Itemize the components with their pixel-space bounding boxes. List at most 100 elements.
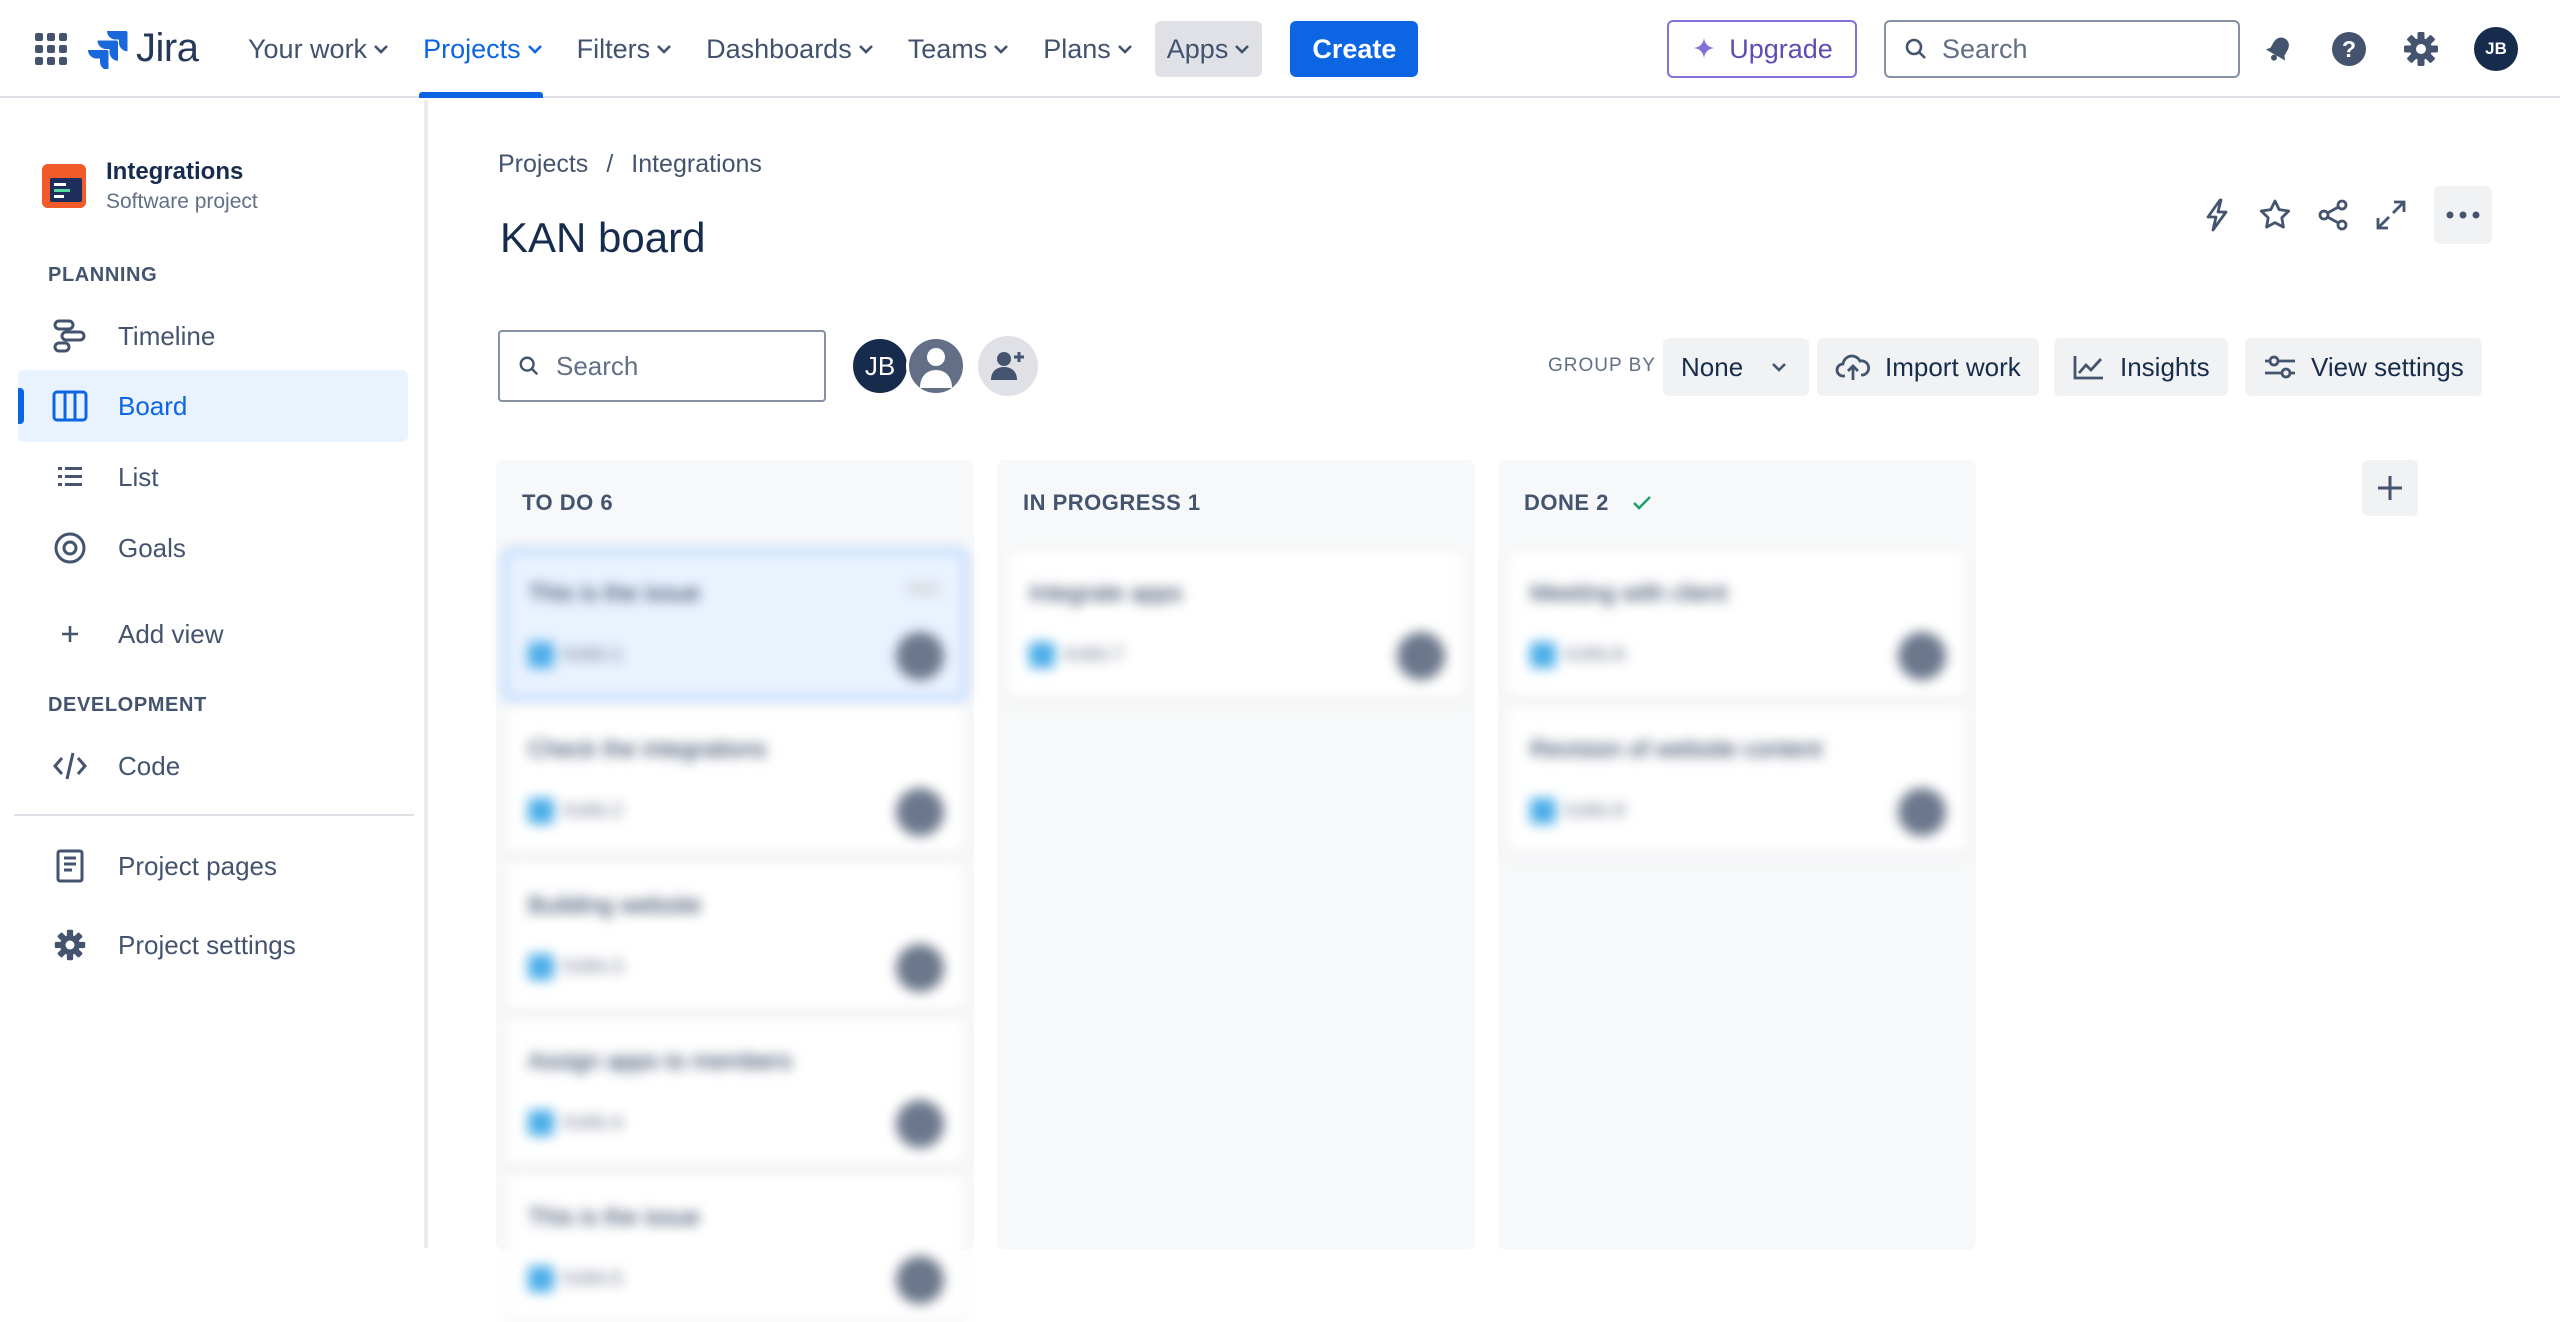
view-settings-button[interactable]: View settings: [2245, 338, 2482, 396]
column-header[interactable]: DONE 2: [1524, 490, 1653, 516]
sidebar-item-list[interactable]: List: [18, 441, 408, 513]
settings-gear-icon[interactable]: [2398, 26, 2444, 72]
chevron-down-icon: [858, 45, 873, 54]
sidebar-item-board[interactable]: Board: [18, 370, 408, 442]
issue-key: KAN-3: [528, 954, 623, 980]
global-search-input[interactable]: Search: [1884, 20, 2240, 78]
assignee-avatar[interactable]: [896, 944, 944, 992]
star-icon[interactable]: [2252, 187, 2298, 243]
issue-key-text: KAN-5: [564, 1267, 623, 1290]
issue-title: Integrate apps: [1029, 580, 1183, 607]
jira-logo-text: Jira: [136, 26, 199, 70]
insights-button[interactable]: Insights: [2054, 338, 2228, 396]
add-people-button[interactable]: [978, 336, 1038, 396]
expand-fullscreen-icon[interactable]: [2368, 187, 2414, 243]
issue-title: Check the integrations: [528, 736, 767, 763]
sidebar-divider: [14, 814, 414, 816]
add-view-label: Add view: [118, 618, 224, 649]
assignee-avatar[interactable]: [1898, 632, 1946, 680]
sidebar-item-timeline[interactable]: Timeline: [18, 300, 408, 372]
assignee-avatar[interactable]: [1397, 632, 1445, 680]
nav-teams-label: Teams: [907, 33, 988, 64]
issue-card[interactable]: This is the issue KAN-5: [506, 1176, 964, 1322]
add-view-button[interactable]: Add view: [18, 598, 408, 670]
code-icon: [50, 746, 90, 786]
development-heading: DEVELOPMENT: [48, 694, 207, 716]
add-column-button[interactable]: [2362, 460, 2418, 516]
breadcrumb-integrations[interactable]: Integrations: [631, 150, 762, 179]
nav-apps[interactable]: Apps: [1154, 21, 1263, 77]
issue-card[interactable]: Meeting with client KAN-8: [1508, 552, 1966, 698]
issue-title: Assign apps to members: [528, 1048, 793, 1075]
column-header[interactable]: TO DO 6: [522, 490, 613, 516]
issue-key-text: KAN-3: [564, 955, 623, 978]
notifications-bell-icon[interactable]: [2256, 26, 2302, 72]
issue-card[interactable]: Building website KAN-3: [506, 864, 964, 1010]
column-header[interactable]: IN PROGRESS 1: [1023, 490, 1201, 516]
issue-title: This is the issue: [528, 1204, 701, 1231]
issue-card[interactable]: Integrate apps KAN-7: [1007, 552, 1465, 698]
breadcrumb-projects[interactable]: Projects: [498, 150, 588, 179]
plus-icon: [50, 614, 90, 654]
jira-logo[interactable]: Jira: [88, 26, 199, 71]
issue-card[interactable]: Revision of website content KAN-9: [1508, 708, 1966, 854]
chevron-down-icon: [1117, 45, 1132, 54]
nav-plans[interactable]: Plans: [1031, 21, 1145, 77]
assignee-avatar[interactable]: [896, 788, 944, 836]
user-avatar[interactable]: JB: [2474, 27, 2518, 71]
issue-title: Building website: [528, 892, 702, 919]
issue-key-text: KAN-7: [1065, 643, 1124, 666]
task-type-icon: [528, 798, 554, 824]
sidebar-item-label: Code: [118, 750, 181, 781]
sidebar-item-project-pages[interactable]: Project pages: [18, 830, 408, 902]
project-header[interactable]: Integrations Software project: [42, 158, 258, 214]
task-type-icon: [1029, 642, 1055, 668]
nav-dashboards[interactable]: Dashboards: [694, 21, 886, 77]
nav-your-work-label: Your work: [248, 33, 368, 64]
nav-filters[interactable]: Filters: [565, 21, 685, 77]
nav-teams[interactable]: Teams: [896, 21, 1022, 77]
group-by-value: None: [1681, 351, 1744, 382]
sidebar-item-goals[interactable]: Goals: [18, 512, 408, 584]
issue-title: This is the issue: [528, 580, 701, 607]
share-icon[interactable]: [2310, 187, 2356, 243]
cloud-upload-icon: [1835, 354, 1871, 380]
chevron-down-icon: [994, 45, 1009, 54]
column-title: IN PROGRESS 1: [1023, 490, 1201, 515]
group-by-select[interactable]: None: [1663, 338, 1809, 396]
chevron-down-icon: [374, 45, 388, 54]
assignee-avatar-unassigned[interactable]: [906, 336, 966, 396]
task-type-icon: [1530, 642, 1556, 668]
task-type-icon: [528, 954, 554, 980]
issue-card[interactable]: Check the integrations KAN-2: [506, 708, 964, 854]
sidebar-item-label: Board: [118, 390, 188, 421]
assignee-avatar[interactable]: [896, 1256, 944, 1304]
assignee-avatar[interactable]: [1898, 788, 1946, 836]
more-actions-icon[interactable]: [2434, 186, 2492, 244]
assignee-avatar[interactable]: [896, 632, 944, 680]
assignee-avatar-jb[interactable]: JB: [850, 336, 910, 396]
board-search-placeholder: Search: [556, 350, 639, 381]
issue-card[interactable]: Assign apps to members KAN-4: [506, 1020, 964, 1166]
import-work-button[interactable]: Import work: [1817, 338, 2039, 396]
upgrade-button[interactable]: Upgrade: [1667, 20, 1857, 78]
app-switcher-icon[interactable]: [34, 32, 68, 66]
chevron-down-icon: [1235, 45, 1250, 54]
task-type-icon: [528, 1266, 554, 1292]
insights-chart-icon: [2073, 356, 2103, 380]
sidebar-item-code[interactable]: Code: [18, 730, 408, 802]
sidebar-item-project-settings[interactable]: Project settings: [18, 909, 408, 981]
create-button[interactable]: Create: [1290, 21, 1419, 77]
board-column-in-progress: IN PROGRESS 1 Integrate apps KAN-7: [997, 460, 1475, 1250]
card-more-icon[interactable]: [906, 582, 940, 596]
help-icon[interactable]: ?: [2326, 26, 2372, 72]
issue-key-text: KAN-2: [564, 799, 623, 822]
issue-key-text: KAN-1: [564, 643, 623, 666]
nav-projects[interactable]: Projects: [411, 21, 555, 77]
issue-card[interactable]: This is the issue KAN-1: [506, 552, 964, 698]
nav-your-work[interactable]: Your work: [236, 21, 401, 77]
sidebar-item-label: List: [118, 461, 159, 492]
automation-lightning-icon[interactable]: [2194, 187, 2240, 243]
board-search-input[interactable]: Search: [498, 330, 826, 402]
assignee-avatar[interactable]: [896, 1100, 944, 1148]
